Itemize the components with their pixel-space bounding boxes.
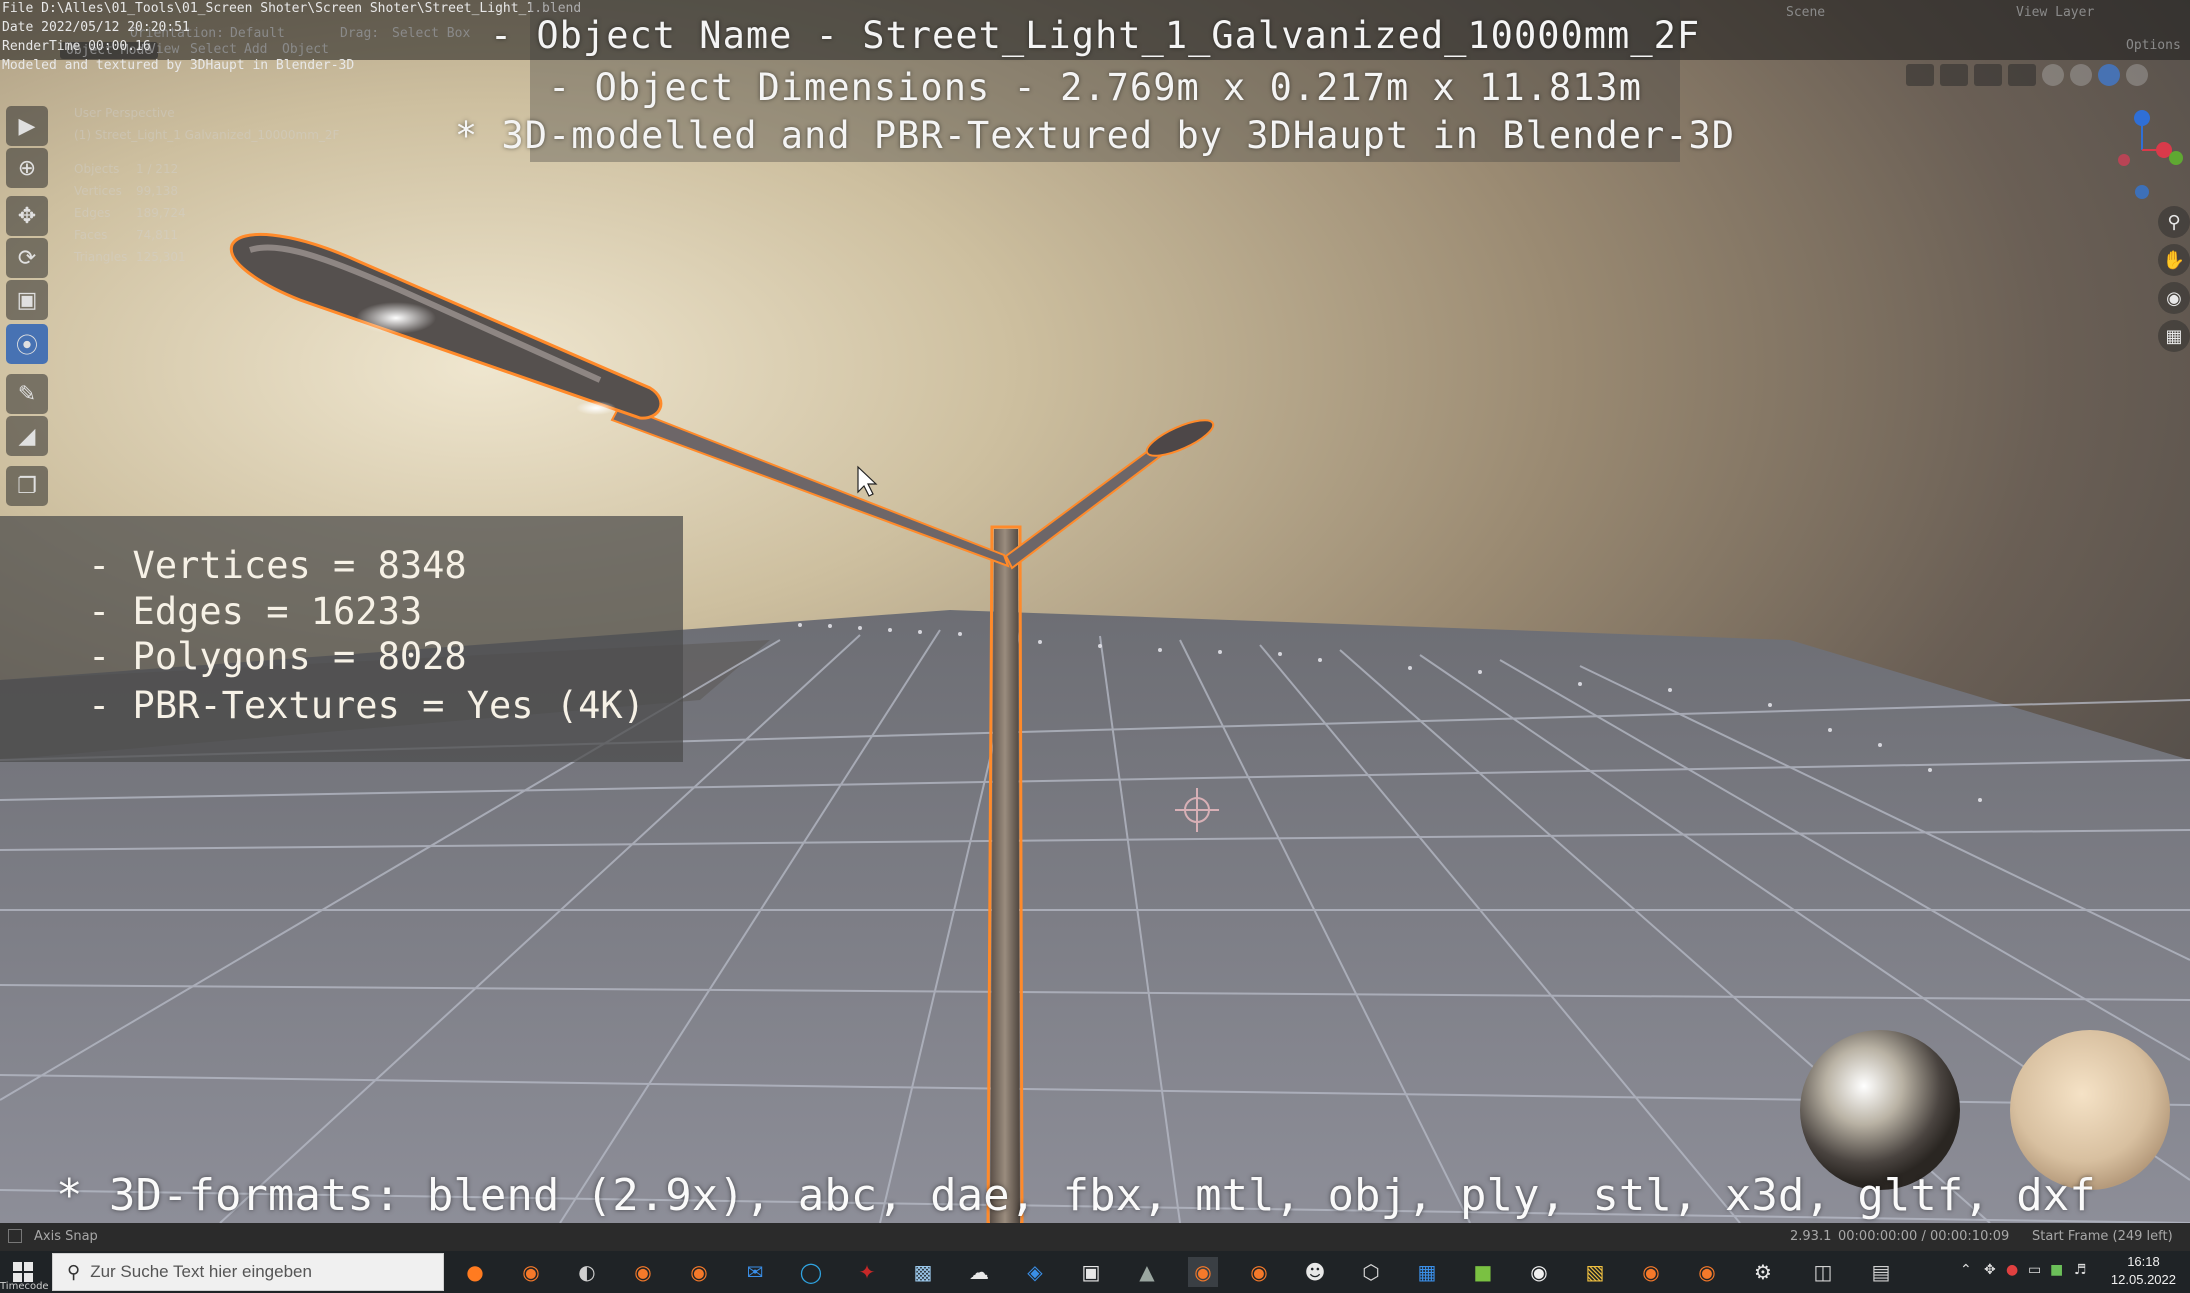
gizmo-toggle-icon[interactable]: [1940, 64, 1968, 86]
stat-value: 74,811: [136, 228, 178, 242]
material-shading-icon[interactable]: [2098, 64, 2120, 86]
select-box-icon[interactable]: ▶: [6, 106, 48, 146]
stat-value: 99,138: [136, 184, 178, 198]
tool-shelf: ▶ ⊕ ✥ ⟳ ▣ ⦿ ✎ ◢ ❐: [6, 100, 52, 510]
camera-view-icon[interactable]: ◉: [2158, 282, 2190, 314]
collection-label: (1) Street_Light_1 Galvanized_10000mm_2F: [74, 128, 340, 142]
tray-network-icon[interactable]: ✥: [1984, 1262, 1996, 1278]
edge-browser-icon[interactable]: ◯: [796, 1257, 826, 1287]
measure-tool-icon[interactable]: ◢: [6, 416, 48, 456]
windows-logo-icon: [13, 1262, 33, 1282]
transform-tool-icon[interactable]: ⦿: [6, 324, 48, 364]
wireframe-shading-icon[interactable]: [2042, 64, 2064, 86]
shield-app-icon[interactable]: ◈: [1020, 1257, 1050, 1287]
visibility-icon[interactable]: [1906, 64, 1934, 86]
vertices-stat: - Vertices = 8348: [88, 544, 467, 587]
calendar-icon[interactable]: ▦: [1412, 1257, 1442, 1287]
overlay-toggle-icon[interactable]: [1974, 64, 2002, 86]
obs-icon[interactable]: ◐: [572, 1257, 602, 1287]
blender-active-icon[interactable]: ◉: [1188, 1257, 1218, 1287]
axis-snap-hint: Axis Snap: [34, 1229, 98, 1244]
mesh-stats-panel: - Vertices = 8348 - Edges = 16233 - Poly…: [0, 516, 683, 762]
search-icon: ⚲: [67, 1261, 81, 1282]
windows-taskbar: Timecode ⚲ Zur Suche Text hier eingeben …: [0, 1251, 2190, 1293]
tray-app-icon[interactable]: ●: [2006, 1262, 2018, 1278]
blender-app-icon[interactable]: ◉: [1636, 1257, 1666, 1287]
document-app-icon[interactable]: ▤: [1866, 1257, 1896, 1287]
tray-battery-icon[interactable]: ▭: [2028, 1262, 2041, 1278]
stat-value: 125,301: [136, 250, 186, 264]
media-player-icon[interactable]: ◉: [1524, 1257, 1554, 1287]
xray-icon[interactable]: [2008, 64, 2036, 86]
stat-label: Edges: [74, 206, 111, 220]
cloud-app-icon[interactable]: ☁: [964, 1257, 994, 1287]
clock-time: 16:18: [2127, 1254, 2160, 1269]
stat-value: 189,724: [136, 206, 186, 220]
window-app-icon[interactable]: ◫: [1808, 1257, 1838, 1287]
start-frame-label: Start Frame (249 left): [2032, 1229, 2173, 1244]
hdri-chrome-sphere: [1800, 1030, 1960, 1190]
navigation-gizmo: ⚲ ✋ ◉ ▦: [2080, 100, 2190, 360]
rendered-shading-icon[interactable]: [2126, 64, 2148, 86]
timecode-label: Timecode: [0, 1281, 49, 1292]
search-placeholder: Zur Suche Text hier eingeben: [90, 1262, 312, 1281]
stat-label: Triangles: [74, 250, 128, 264]
move-tool-icon[interactable]: ✥: [6, 196, 48, 236]
tray-chevron-up-icon[interactable]: ⌃: [1960, 1262, 1972, 1278]
red-app-icon[interactable]: ✦: [852, 1257, 882, 1287]
clock-date: 12.05.2022: [2110, 1272, 2176, 1287]
stat-label: Objects: [74, 162, 120, 176]
axis-gizmo-icon[interactable]: [2080, 100, 2190, 210]
terminal-icon[interactable]: ▣: [1076, 1257, 1106, 1287]
mouse-icon: [8, 1229, 22, 1243]
hdri-matte-sphere: [2010, 1030, 2170, 1190]
blender-app-icon[interactable]: ◉: [1244, 1257, 1274, 1287]
solid-shading-icon[interactable]: [2070, 64, 2092, 86]
stat-label: Vertices: [74, 184, 122, 198]
gamepad-icon[interactable]: ▲: [1132, 1257, 1162, 1287]
mouse-cursor: [857, 465, 878, 497]
object-name-title: - Object Name - Street_Light_1_Galvanize…: [489, 14, 1701, 57]
perspective-label: User Perspective: [74, 106, 175, 120]
tray-status-icon[interactable]: ■: [2050, 1262, 2063, 1278]
blender-app-icon[interactable]: ◉: [516, 1257, 546, 1287]
taskbar-clock[interactable]: 16:18 12.05.2022: [2111, 1253, 2176, 1289]
viewport-shading-buttons: [1906, 64, 2186, 90]
polygons-stat: - Polygons = 8028: [88, 635, 467, 678]
file-explorer-icon[interactable]: ▧: [1580, 1257, 1610, 1287]
edges-stat: - Edges = 16233: [88, 590, 423, 633]
object-dimensions-title: - Object Dimensions - 2.769m x 0.217m x …: [548, 66, 1642, 109]
stat-label: Faces: [74, 228, 108, 242]
formats-caption: * 3D-formats: blend (2.9x), abc, dae, fb…: [56, 1170, 2096, 1221]
settings-gear-icon[interactable]: ⚙: [1748, 1257, 1778, 1287]
ortho-grid-icon[interactable]: ▦: [2158, 320, 2190, 352]
blender-app-icon[interactable]: ◉: [628, 1257, 658, 1287]
cursor-tool-icon[interactable]: ⊕: [6, 148, 48, 188]
add-cube-tool-icon[interactable]: ❐: [6, 466, 48, 506]
blender-app-icon[interactable]: ◉: [1692, 1257, 1722, 1287]
mail-icon[interactable]: ✉: [740, 1257, 770, 1287]
timecode-range: 00:00:00:00 / 00:00:10:09: [1838, 1229, 2010, 1244]
firefox-icon[interactable]: ●: [460, 1257, 490, 1287]
panda-app-icon[interactable]: ☻: [1300, 1257, 1330, 1287]
status-bar: Axis Snap 2.93.1 00:00:00:00 / 00:00:10:…: [0, 1223, 2190, 1251]
cube-app-icon[interactable]: ⬡: [1356, 1257, 1386, 1287]
rotate-tool-icon[interactable]: ⟳: [6, 238, 48, 278]
stat-value: 1 / 212: [136, 162, 179, 176]
blender-app-icon[interactable]: ◉: [684, 1257, 714, 1287]
pan-hand-icon[interactable]: ✋: [2158, 244, 2190, 276]
notes-icon[interactable]: ▩: [908, 1257, 938, 1287]
nvidia-icon[interactable]: ■: [1468, 1257, 1498, 1287]
tray-speaker-icon[interactable]: ♬: [2074, 1262, 2087, 1278]
version-label: 2.93.1: [1790, 1229, 1832, 1244]
taskbar-search-box[interactable]: ⚲ Zur Suche Text hier eingeben: [52, 1253, 444, 1291]
zoom-icon[interactable]: ⚲: [2158, 206, 2190, 238]
annotate-tool-icon[interactable]: ✎: [6, 374, 48, 414]
pbr-textures-stat: - PBR-Textures = Yes (4K): [88, 684, 645, 727]
scale-tool-icon[interactable]: ▣: [6, 280, 48, 320]
